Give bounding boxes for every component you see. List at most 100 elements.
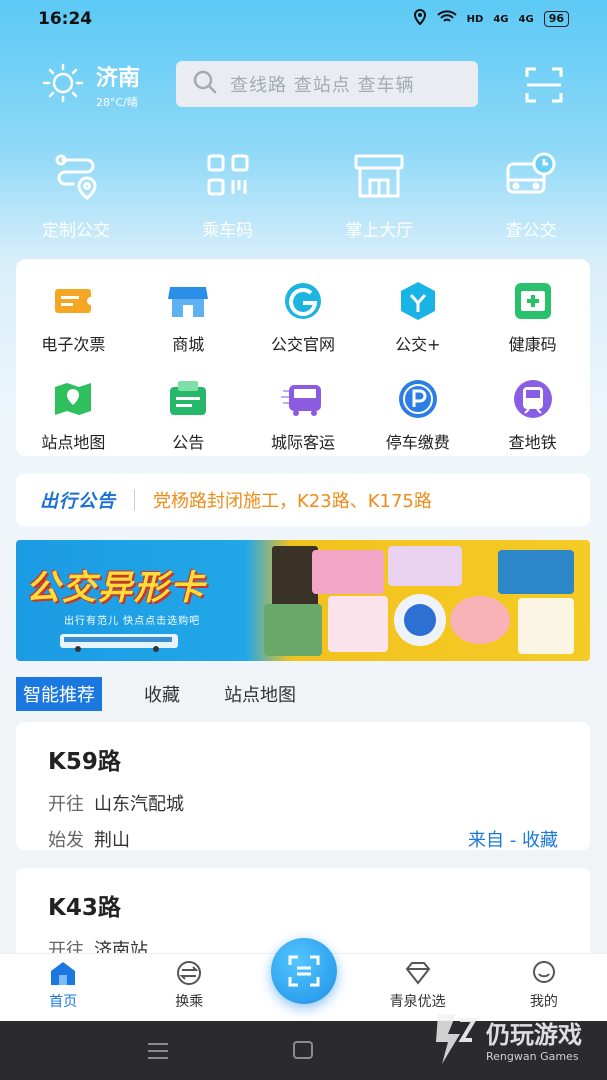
scan-button[interactable] <box>523 64 565 106</box>
bus-illustration <box>60 634 178 652</box>
promo-banner[interactable]: 公交异形卡 出行有范儿 快点点击选购吧 <box>16 540 590 661</box>
tab-favorites[interactable]: 收藏 <box>144 681 180 707</box>
service-label: 城际客运 <box>270 433 335 452</box>
route-origin-label: 始发 <box>48 830 84 851</box>
watermark-subtext: Rengwan Games <box>486 1050 579 1063</box>
top-nav-qr-code[interactable]: 乘车码 <box>168 152 288 241</box>
service-shop[interactable]: 商城 <box>131 279 246 355</box>
home-icon <box>51 962 76 985</box>
cards-collage <box>264 546 574 656</box>
service-label: 公告 <box>172 433 205 452</box>
subway-icon <box>513 380 552 418</box>
wifi-icon <box>436 10 457 28</box>
transfer-icon <box>177 961 202 985</box>
top-nav-label: 定制公交 <box>42 221 110 241</box>
custom-bus-icon <box>49 152 103 204</box>
route-source-favorite[interactable]: 来自 - 收藏 <box>468 826 558 852</box>
bus-plus-icon <box>400 282 435 320</box>
status-icons: HD 4G 4G 96 <box>413 8 569 29</box>
bottom-tab-transfer[interactable]: 换乘 <box>144 959 234 1011</box>
notice-icon <box>170 381 207 415</box>
bus-clock-icon <box>504 152 558 204</box>
tab-smart-recommend[interactable]: 智能推荐 <box>16 677 102 711</box>
bottom-tab-label: 青泉优选 <box>389 994 446 1010</box>
service-label: 健康码 <box>508 335 557 354</box>
location-icon <box>413 8 427 29</box>
ticket-icon <box>55 289 96 313</box>
top-nav-hall[interactable]: 掌上大厅 <box>319 152 439 241</box>
watermark: 仍玩游戏 Rengwan Games <box>432 1010 582 1068</box>
website-icon <box>284 283 321 319</box>
top-nav-custom-bus[interactable]: 定制公交 <box>16 152 136 241</box>
signal-icon-2: 4G <box>518 13 534 25</box>
route-direction-label: 开往 <box>48 794 84 815</box>
top-nav-label: 乘车码 <box>202 221 254 241</box>
signal-icon-1: 4G <box>493 13 509 25</box>
diamond-icon <box>405 962 430 985</box>
top-nav-label: 查公交 <box>505 221 557 241</box>
scan-ride-button[interactable] <box>271 938 337 1004</box>
search-icon <box>192 69 218 99</box>
sun-icon <box>40 63 86 107</box>
route-name: K59路 <box>48 749 121 775</box>
notice-divider <box>134 489 135 511</box>
city-name: 济南 <box>96 66 141 91</box>
service-notice[interactable]: 公告 <box>131 377 246 453</box>
service-bus-plus[interactable]: 公交+ <box>360 279 475 355</box>
map-icon <box>55 383 92 415</box>
recommend-tabs: 智能推荐 收藏 站点地图 <box>16 677 340 711</box>
tab-station-map[interactable]: 站点地图 <box>224 681 296 707</box>
hd-badge: HD <box>466 13 484 25</box>
notice-text: 党杨路封闭施工，K23路、K175路 <box>153 491 432 512</box>
status-bar: 16:24 HD 4G 4G 96 <box>0 0 607 38</box>
travel-notice-bar[interactable]: 出行公告 党杨路封闭施工，K23路、K175路 <box>16 474 590 526</box>
intercity-bus-icon <box>280 385 321 416</box>
service-label: 查地铁 <box>508 433 557 452</box>
service-health-code[interactable]: 健康码 <box>475 279 590 355</box>
service-label: 公交+ <box>395 335 441 354</box>
route-destination: 山东汽配城 <box>94 794 184 815</box>
hall-icon <box>352 152 406 204</box>
notice-tag: 出行公告 <box>40 491 116 512</box>
route-name: K43路 <box>48 895 121 921</box>
service-label: 站点地图 <box>41 433 106 452</box>
health-code-icon <box>514 283 551 319</box>
profile-icon <box>532 961 555 983</box>
bottom-tab-label: 我的 <box>529 994 558 1010</box>
top-nav-label: 掌上大厅 <box>345 221 414 241</box>
search-placeholder: 查线路 查站点 查车辆 <box>230 75 415 96</box>
banner-subtitle: 出行有范儿 快点点击选购吧 <box>64 616 201 627</box>
battery-icon: 96 <box>543 11 569 27</box>
status-time: 16:24 <box>38 9 93 29</box>
top-nav-bus-query[interactable]: 查公交 <box>471 152 591 241</box>
scan-code-icon <box>288 955 320 987</box>
watermark-logo-icon <box>436 1014 478 1064</box>
bottom-tab-home[interactable]: 首页 <box>18 959 108 1011</box>
service-label: 停车缴费 <box>385 433 450 452</box>
weather-widget[interactable]: 济南 28°C/晴 <box>40 60 140 110</box>
search-input[interactable]: 查线路 查站点 查车辆 <box>176 61 478 107</box>
service-e-ticket[interactable]: 电子次票 <box>16 279 131 355</box>
service-website[interactable]: 公交官网 <box>246 279 361 355</box>
shop-icon <box>168 287 209 317</box>
bottom-tab-shop[interactable]: 青泉优选 <box>373 959 463 1011</box>
service-station-map[interactable]: 站点地图 <box>16 377 131 453</box>
service-parking[interactable]: 停车缴费 <box>360 377 475 453</box>
service-label: 电子次票 <box>41 335 106 354</box>
bottom-tab-profile[interactable]: 我的 <box>499 959 589 1011</box>
menu-icon[interactable] <box>148 1043 168 1064</box>
service-intercity[interactable]: 城际客运 <box>246 377 361 453</box>
service-subway[interactable]: 查地铁 <box>475 377 590 453</box>
watermark-text: 仍玩游戏 <box>486 1021 582 1049</box>
bottom-tab-label: 首页 <box>49 994 78 1010</box>
parking-icon <box>398 380 437 418</box>
service-label: 公交官网 <box>270 335 335 354</box>
top-nav: 定制公交 乘车码 掌上大厅 查公交 <box>16 152 591 241</box>
home-square-icon[interactable] <box>293 1041 313 1059</box>
service-grid-card: 电子次票 商城 公交官网 公交+ 健康码 站点地图 公告 城际客运 停车缴费 查… <box>16 259 590 456</box>
bottom-tab-label: 换乘 <box>175 994 204 1010</box>
scan-icon <box>523 67 565 110</box>
route-card[interactable]: K59路 开往 山东汽配城 始发 荆山 来自 - 收藏 <box>16 722 590 852</box>
weather-info: 28°C/晴 <box>96 96 138 109</box>
qr-code-icon <box>201 152 255 204</box>
